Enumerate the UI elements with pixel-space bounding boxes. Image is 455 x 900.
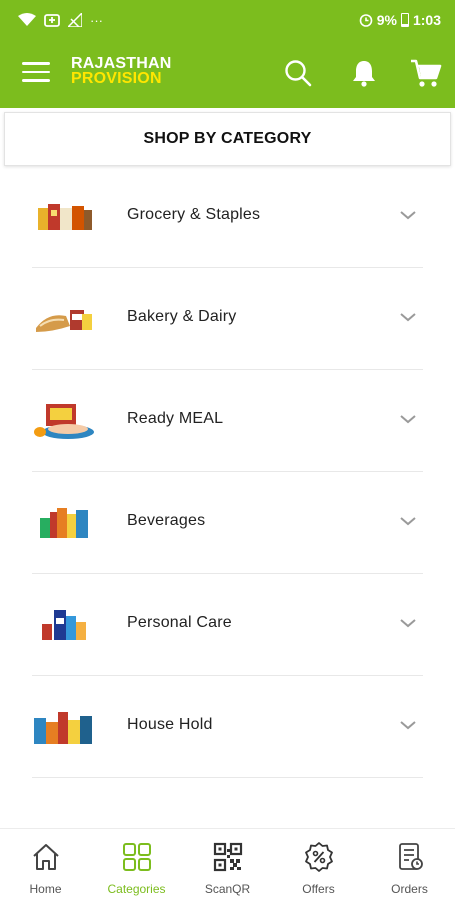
category-label: House Hold xyxy=(127,716,213,733)
offers-icon xyxy=(304,842,333,872)
more-notifications: ··· xyxy=(90,12,103,28)
nav-offers[interactable]: Offers xyxy=(273,829,364,900)
battery-icon xyxy=(400,13,409,27)
nav-scanqr[interactable]: ScanQR xyxy=(182,829,273,900)
category-label: Grocery & Staples xyxy=(127,206,261,223)
chevron-down-icon[interactable] xyxy=(399,209,417,221)
data-saver-icon xyxy=(44,14,60,27)
battery-percent: 9% xyxy=(376,12,397,28)
signal-icon xyxy=(68,13,82,27)
category-label: Personal Care xyxy=(127,614,232,631)
nav-label: ScanQR xyxy=(204,882,251,896)
cart-icon[interactable] xyxy=(410,58,442,88)
clock: 1:03 xyxy=(412,12,441,28)
category-list: Grocery & Staples Bakery & Dairy Ready M… xyxy=(0,166,455,778)
nav-home[interactable]: Home xyxy=(0,829,91,900)
category-row-grocery[interactable]: Grocery & Staples xyxy=(0,166,455,268)
qr-icon xyxy=(213,842,242,872)
alarm-icon xyxy=(359,14,373,27)
categories-icon xyxy=(122,843,151,871)
menu-icon-line xyxy=(22,62,50,65)
category-row-beverages[interactable]: Beverages xyxy=(0,472,455,574)
nav-label: Home xyxy=(29,882,62,896)
chevron-down-icon[interactable] xyxy=(399,311,417,323)
nav-categories[interactable]: Categories xyxy=(91,829,182,900)
nav-orders[interactable]: Orders xyxy=(364,829,455,900)
status-right: 9% 1:03 xyxy=(359,12,441,28)
brand-logo[interactable]: RAJASTHAN PROVISION xyxy=(71,55,172,87)
menu-button[interactable] xyxy=(22,62,50,84)
page-title: SHOP BY CATEGORY xyxy=(143,130,312,147)
wifi-icon xyxy=(18,13,36,26)
shop-by-category-header: SHOP BY CATEGORY xyxy=(4,112,451,166)
bottom-nav: Home Categories ScanQR Offers Orders xyxy=(0,828,455,900)
category-row-bakery[interactable]: Bakery & Dairy xyxy=(0,268,455,370)
status-left: ··· xyxy=(18,12,103,28)
category-label: Bakery & Dairy xyxy=(127,308,237,325)
beverages-thumbnail xyxy=(40,508,88,538)
category-label: Beverages xyxy=(127,512,206,529)
grocery-thumbnail xyxy=(38,204,92,230)
menu-icon-line xyxy=(22,79,50,82)
chevron-down-icon[interactable] xyxy=(399,719,417,731)
nav-label: Orders xyxy=(391,882,428,896)
chevron-down-icon[interactable] xyxy=(399,515,417,527)
app-bar: RAJASTHAN PROVISION xyxy=(0,40,455,108)
category-row-personal-care[interactable]: Personal Care xyxy=(0,574,455,676)
personal-care-thumbnail xyxy=(42,610,86,640)
category-row-household[interactable]: House Hold xyxy=(0,676,455,778)
nav-label: Offers xyxy=(302,882,335,896)
menu-icon-line xyxy=(22,70,50,73)
chevron-down-icon[interactable] xyxy=(399,617,417,629)
bakery-thumbnail xyxy=(36,310,92,332)
chevron-down-icon[interactable] xyxy=(399,413,417,425)
orders-icon xyxy=(398,843,423,870)
brand-name-line2: PROVISION xyxy=(71,70,162,87)
bell-icon[interactable] xyxy=(349,58,379,88)
brand-name-line1: RAJASTHAN xyxy=(71,55,172,72)
category-label: Ready MEAL xyxy=(127,410,224,427)
ready-meal-thumbnail xyxy=(34,404,94,439)
household-thumbnail xyxy=(34,712,92,744)
home-icon xyxy=(32,844,59,870)
category-row-ready-meal[interactable]: Ready MEAL xyxy=(0,370,455,472)
status-bar: ··· 9% 1:03 xyxy=(0,0,455,40)
nav-label: Categories xyxy=(107,882,166,896)
search-icon[interactable] xyxy=(283,58,313,88)
